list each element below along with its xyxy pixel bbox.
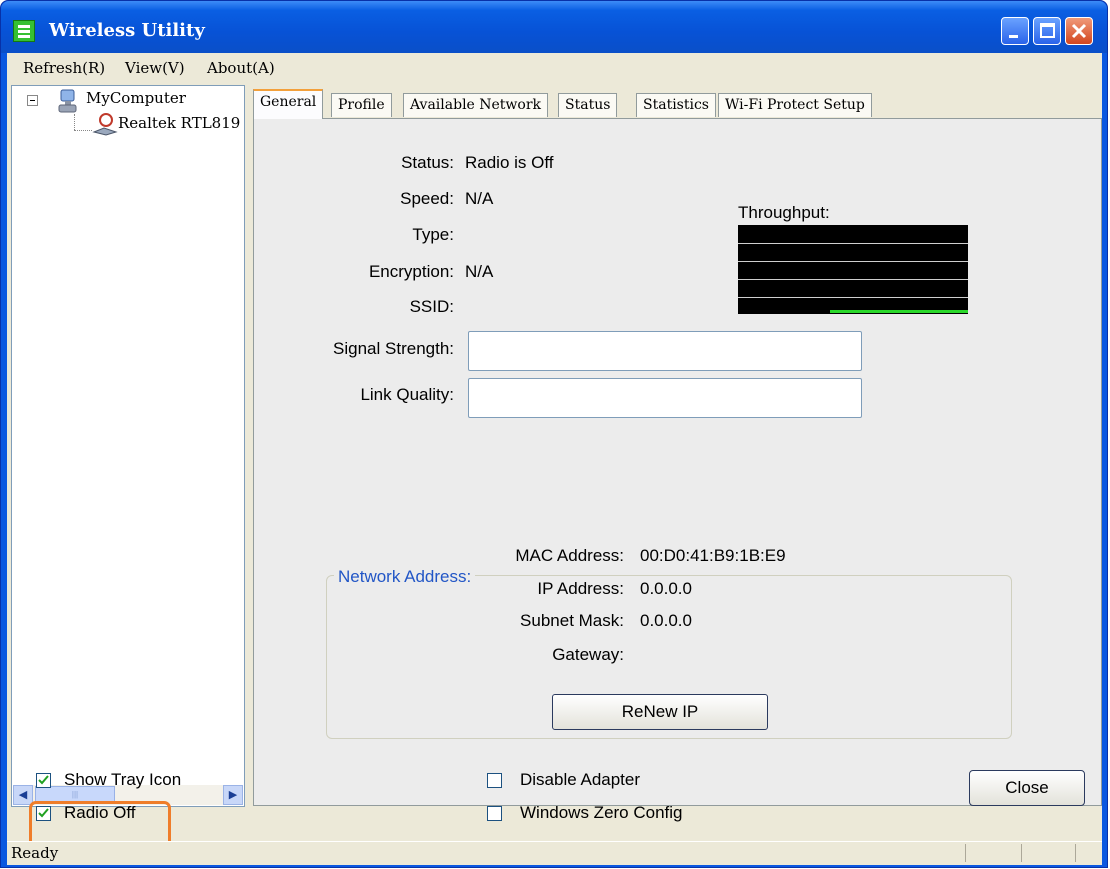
client-area: Refresh(R) View(V) About(A) MyComputer R… — [7, 53, 1102, 865]
general-panel: Status: Radio is Off Speed: N/A Type: En… — [253, 118, 1102, 806]
tab-available-network[interactable]: Available Network — [403, 93, 549, 117]
close-button[interactable]: Close — [969, 770, 1085, 806]
collapse-toggle[interactable] — [27, 95, 38, 106]
close-icon — [1071, 23, 1087, 39]
ip-address-label: IP Address: — [537, 579, 624, 598]
minimize-button[interactable] — [1001, 17, 1029, 45]
computer-icon — [58, 89, 77, 113]
app-window: Wireless Utility Refresh(R) View(V) Abou… — [0, 0, 1108, 868]
ip-address-value: 0.0.0.0 — [640, 579, 692, 598]
encryption-label: Encryption: — [368, 262, 454, 281]
menu-about[interactable]: About(A) — [207, 59, 275, 77]
status-label: Status: — [401, 153, 454, 172]
signal-strength-bar — [468, 331, 862, 371]
gateway-label: Gateway: — [552, 645, 624, 664]
checkmark-icon — [38, 775, 49, 785]
scroll-right-button[interactable]: ▶ — [223, 785, 243, 805]
menu-view[interactable]: View(V) — [125, 59, 185, 77]
show-tray-label: Show Tray Icon — [64, 770, 182, 789]
tab-status[interactable]: Status — [558, 93, 618, 117]
tab-general[interactable]: General — [253, 89, 324, 119]
status-value: Radio is Off — [465, 153, 554, 172]
app-icon — [13, 20, 35, 42]
subnet-mask-label: Subnet Mask: — [520, 611, 624, 630]
menu-bar: Refresh(R) View(V) About(A) — [7, 53, 1102, 83]
windows-zero-config-label: Windows Zero Config — [520, 803, 683, 822]
signal-strength-label: Signal Strength: — [333, 339, 454, 358]
close-window-button[interactable] — [1065, 17, 1093, 45]
ssid-label: SSID: — [409, 297, 454, 316]
disable-adapter-label: Disable Adapter — [520, 770, 641, 789]
encryption-value: N/A — [465, 262, 494, 281]
link-quality-label: Link Quality: — [360, 385, 454, 404]
menu-refresh[interactable]: Refresh(R) — [23, 59, 105, 77]
tab-profile[interactable]: Profile — [331, 93, 392, 117]
maximize-icon — [1040, 23, 1055, 38]
tab-wifi-protect-setup[interactable]: Wi-Fi Protect Setup — [718, 93, 872, 117]
renew-ip-button[interactable]: ReNew IP — [552, 694, 768, 730]
title-bar[interactable]: Wireless Utility — [1, 1, 1107, 53]
link-quality-bar — [468, 378, 862, 418]
mac-address-label: MAC Address: — [515, 546, 624, 565]
maximize-button[interactable] — [1033, 17, 1061, 45]
throughput-graph — [738, 225, 968, 314]
tree-item-mycomputer[interactable]: MyComputer — [86, 89, 186, 107]
tree-item-adapter[interactable]: Realtek RTL819 — [118, 114, 240, 132]
scroll-left-button[interactable]: ◀ — [13, 785, 33, 805]
subnet-mask-value: 0.0.0.0 — [640, 611, 692, 630]
type-label: Type: — [412, 225, 454, 244]
status-text: Ready — [11, 844, 59, 862]
status-bar: Ready — [7, 841, 1102, 864]
window-title: Wireless Utility — [49, 20, 205, 41]
speed-value: N/A — [465, 189, 494, 208]
network-address-title: Network Address: — [334, 567, 476, 587]
throughput-label: Throughput: — [738, 203, 830, 222]
network-adapter-icon — [92, 113, 118, 136]
speed-label: Speed: — [400, 189, 454, 208]
mac-address-value: 00:D0:41:B9:1B:E9 — [640, 546, 786, 565]
disable-adapter-checkbox[interactable] — [487, 773, 502, 788]
minimize-icon — [1009, 35, 1018, 38]
windows-zero-config-checkbox[interactable] — [487, 806, 502, 821]
device-tree[interactable]: MyComputer Realtek RTL819 ◀ ||| ▶ — [11, 85, 245, 807]
show-tray-checkbox[interactable] — [36, 773, 51, 788]
tab-statistics[interactable]: Statistics — [636, 93, 716, 117]
